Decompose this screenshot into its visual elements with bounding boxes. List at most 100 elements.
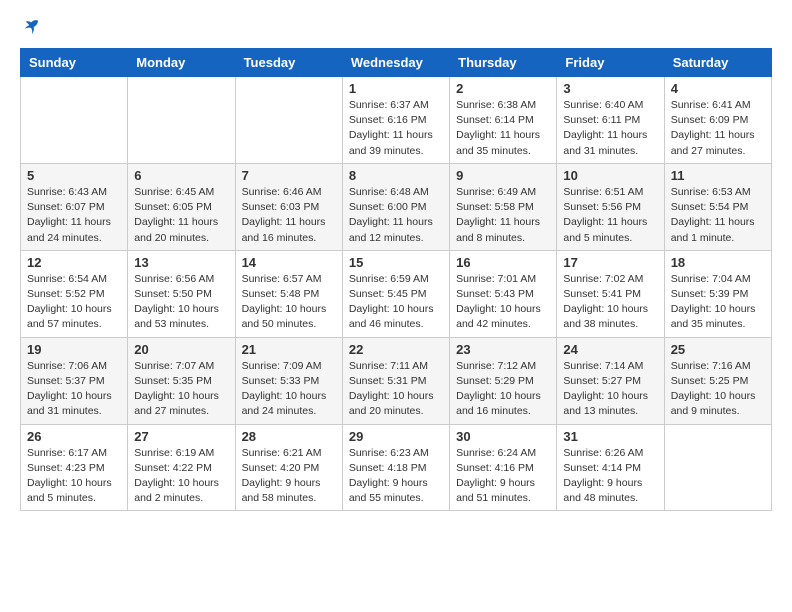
cell-content: Sunrise: 7:14 AM Sunset: 5:27 PM Dayligh… [563,359,657,420]
cell-content: Sunrise: 7:16 AM Sunset: 5:25 PM Dayligh… [671,359,765,420]
cell-content: Sunrise: 6:17 AM Sunset: 4:23 PM Dayligh… [27,446,121,507]
cell-content: Sunrise: 6:54 AM Sunset: 5:52 PM Dayligh… [27,272,121,333]
calendar-cell: 23 Sunrise: 7:12 AM Sunset: 5:29 PM Dayli… [450,337,557,424]
day-number: 8 [349,168,443,183]
calendar-cell: 18 Sunrise: 7:04 AM Sunset: 5:39 PM Dayli… [664,250,771,337]
day-number: 14 [242,255,336,270]
cell-content: Sunrise: 6:48 AM Sunset: 6:00 PM Dayligh… [349,185,443,246]
cell-content: Sunrise: 7:04 AM Sunset: 5:39 PM Dayligh… [671,272,765,333]
day-number: 25 [671,342,765,357]
cell-content: Sunrise: 6:43 AM Sunset: 6:07 PM Dayligh… [27,185,121,246]
page-header [20,20,772,38]
calendar-cell: 14 Sunrise: 6:57 AM Sunset: 5:48 PM Dayli… [235,250,342,337]
day-number: 16 [456,255,550,270]
calendar-week-row: 1Sunrise: 6:37 AM Sunset: 6:16 PM Daylig… [21,77,772,164]
calendar-cell: 15 Sunrise: 6:59 AM Sunset: 5:45 PM Dayli… [342,250,449,337]
day-number: 31 [563,429,657,444]
cell-content: Sunrise: 6:49 AM Sunset: 5:58 PM Dayligh… [456,185,550,246]
day-number: 21 [242,342,336,357]
day-number: 28 [242,429,336,444]
day-header-tuesday: Tuesday [235,49,342,77]
day-number: 22 [349,342,443,357]
calendar-cell: 10Sunrise: 6:51 AM Sunset: 5:56 PM Dayli… [557,163,664,250]
day-number: 24 [563,342,657,357]
day-header-wednesday: Wednesday [342,49,449,77]
day-number: 11 [671,168,765,183]
calendar-cell: 16 Sunrise: 7:01 AM Sunset: 5:43 PM Dayli… [450,250,557,337]
calendar-cell: 22 Sunrise: 7:11 AM Sunset: 5:31 PM Dayli… [342,337,449,424]
cell-content: Sunrise: 6:59 AM Sunset: 5:45 PM Dayligh… [349,272,443,333]
day-number: 18 [671,255,765,270]
day-number: 9 [456,168,550,183]
calendar-week-row: 26Sunrise: 6:17 AM Sunset: 4:23 PM Dayli… [21,424,772,511]
cell-content: Sunrise: 7:12 AM Sunset: 5:29 PM Dayligh… [456,359,550,420]
day-number: 13 [134,255,228,270]
calendar-cell: 11 Sunrise: 6:53 AM Sunset: 5:54 PM Dayli… [664,163,771,250]
calendar-cell: 8 Sunrise: 6:48 AM Sunset: 6:00 PM Daylig… [342,163,449,250]
calendar-cell: 25 Sunrise: 7:16 AM Sunset: 5:25 PM Dayli… [664,337,771,424]
day-header-monday: Monday [128,49,235,77]
calendar-week-row: 5Sunrise: 6:43 AM Sunset: 6:07 PM Daylig… [21,163,772,250]
calendar-cell: 12 Sunrise: 6:54 AM Sunset: 5:52 PM Dayli… [21,250,128,337]
day-number: 2 [456,81,550,96]
calendar-header-row: SundayMondayTuesdayWednesdayThursdayFrid… [21,49,772,77]
cell-content: Sunrise: 6:23 AM Sunset: 4:18 PM Dayligh… [349,446,443,507]
calendar-cell: 29Sunrise: 6:23 AM Sunset: 4:18 PM Dayli… [342,424,449,511]
day-number: 6 [134,168,228,183]
cell-content: Sunrise: 6:45 AM Sunset: 6:05 PM Dayligh… [134,185,228,246]
calendar-cell: 3 Sunrise: 6:40 AM Sunset: 6:11 PM Daylig… [557,77,664,164]
cell-content: Sunrise: 6:40 AM Sunset: 6:11 PM Dayligh… [563,98,657,159]
calendar-cell: 13Sunrise: 6:56 AM Sunset: 5:50 PM Dayli… [128,250,235,337]
cell-content: Sunrise: 6:51 AM Sunset: 5:56 PM Dayligh… [563,185,657,246]
day-number: 17 [563,255,657,270]
calendar-cell: 30Sunrise: 6:24 AM Sunset: 4:16 PM Dayli… [450,424,557,511]
calendar-cell: 31 Sunrise: 6:26 AM Sunset: 4:14 PM Dayli… [557,424,664,511]
logo [20,20,40,38]
calendar-table: SundayMondayTuesdayWednesdayThursdayFrid… [20,48,772,511]
day-number: 19 [27,342,121,357]
day-header-friday: Friday [557,49,664,77]
cell-content: Sunrise: 7:06 AM Sunset: 5:37 PM Dayligh… [27,359,121,420]
day-number: 20 [134,342,228,357]
cell-content: Sunrise: 6:19 AM Sunset: 4:22 PM Dayligh… [134,446,228,507]
calendar-cell: 1Sunrise: 6:37 AM Sunset: 6:16 PM Daylig… [342,77,449,164]
calendar-cell: 21 Sunrise: 7:09 AM Sunset: 5:33 PM Dayli… [235,337,342,424]
calendar-cell: 7 Sunrise: 6:46 AM Sunset: 6:03 PM Daylig… [235,163,342,250]
day-number: 7 [242,168,336,183]
cell-content: Sunrise: 6:53 AM Sunset: 5:54 PM Dayligh… [671,185,765,246]
cell-content: Sunrise: 6:26 AM Sunset: 4:14 PM Dayligh… [563,446,657,507]
day-number: 23 [456,342,550,357]
calendar-cell: 9 Sunrise: 6:49 AM Sunset: 5:58 PM Daylig… [450,163,557,250]
day-number: 15 [349,255,443,270]
cell-content: Sunrise: 7:02 AM Sunset: 5:41 PM Dayligh… [563,272,657,333]
cell-content: Sunrise: 6:57 AM Sunset: 5:48 PM Dayligh… [242,272,336,333]
calendar-cell [21,77,128,164]
cell-content: Sunrise: 6:38 AM Sunset: 6:14 PM Dayligh… [456,98,550,159]
calendar-week-row: 12 Sunrise: 6:54 AM Sunset: 5:52 PM Dayli… [21,250,772,337]
calendar-cell: 4 Sunrise: 6:41 AM Sunset: 6:09 PM Daylig… [664,77,771,164]
calendar-cell: 24 Sunrise: 7:14 AM Sunset: 5:27 PM Dayli… [557,337,664,424]
day-header-sunday: Sunday [21,49,128,77]
calendar-cell: 27 Sunrise: 6:19 AM Sunset: 4:22 PM Dayli… [128,424,235,511]
day-number: 12 [27,255,121,270]
cell-content: Sunrise: 7:01 AM Sunset: 5:43 PM Dayligh… [456,272,550,333]
calendar-cell [664,424,771,511]
calendar-cell: 20 Sunrise: 7:07 AM Sunset: 5:35 PM Dayli… [128,337,235,424]
calendar-cell: 5Sunrise: 6:43 AM Sunset: 6:07 PM Daylig… [21,163,128,250]
cell-content: Sunrise: 7:07 AM Sunset: 5:35 PM Dayligh… [134,359,228,420]
calendar-cell [128,77,235,164]
calendar-cell: 6 Sunrise: 6:45 AM Sunset: 6:05 PM Daylig… [128,163,235,250]
day-number: 27 [134,429,228,444]
cell-content: Sunrise: 6:41 AM Sunset: 6:09 PM Dayligh… [671,98,765,159]
cell-content: Sunrise: 6:21 AM Sunset: 4:20 PM Dayligh… [242,446,336,507]
calendar-cell: 2 Sunrise: 6:38 AM Sunset: 6:14 PM Daylig… [450,77,557,164]
cell-content: Sunrise: 7:11 AM Sunset: 5:31 PM Dayligh… [349,359,443,420]
day-number: 3 [563,81,657,96]
day-header-thursday: Thursday [450,49,557,77]
day-header-saturday: Saturday [664,49,771,77]
cell-content: Sunrise: 7:09 AM Sunset: 5:33 PM Dayligh… [242,359,336,420]
calendar-week-row: 19 Sunrise: 7:06 AM Sunset: 5:37 PM Dayli… [21,337,772,424]
logo-bird-icon [22,18,40,36]
cell-content: Sunrise: 6:46 AM Sunset: 6:03 PM Dayligh… [242,185,336,246]
day-number: 4 [671,81,765,96]
